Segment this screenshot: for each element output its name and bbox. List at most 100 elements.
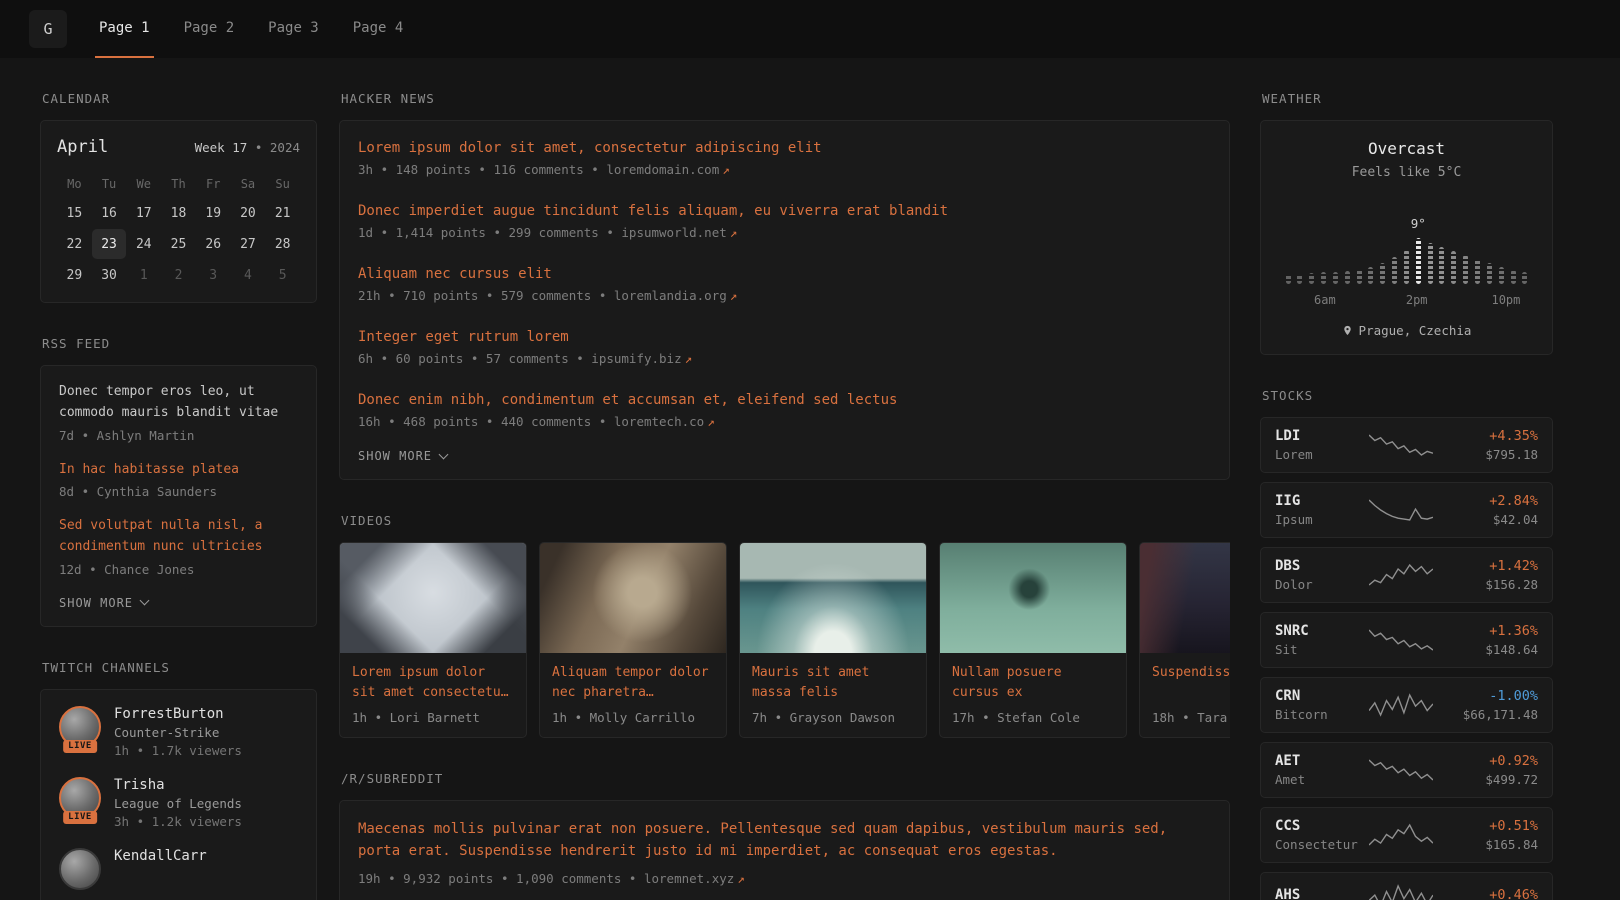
- rss-item-title[interactable]: Donec tempor eros leo, ut commodo mauris…: [59, 382, 298, 424]
- weather-peak-temperature: 9°: [1411, 216, 1426, 231]
- calendar-day: 18: [161, 198, 196, 228]
- video-body: Mauris sit amet massa felis 7h • Grayson…: [740, 653, 926, 737]
- calendar-day: 26: [196, 229, 231, 259]
- stock-ticker: AET: [1275, 753, 1363, 769]
- weather-widget: Overcast Feels like 5°C 9° 6am 2pm 10pm …: [1260, 120, 1553, 355]
- twitch-channel-info: KendallCarr: [114, 848, 207, 864]
- hackernews-item-title[interactable]: Donec imperdiet augue tincidunt felis al…: [358, 203, 1211, 219]
- external-link-icon[interactable]: ↗: [737, 871, 745, 886]
- calendar-week: Week 17: [195, 140, 248, 155]
- rss-item: Sed volutpat nulla nisl, a condimentum n…: [59, 516, 298, 577]
- weather-time-labels: 6am 2pm 10pm: [1279, 293, 1534, 308]
- stock-row[interactable]: SNRC Sit +1.36% $148.64: [1260, 612, 1553, 668]
- video-thumbnail[interactable]: [1140, 543, 1230, 653]
- weather-bar: [1499, 267, 1504, 284]
- stock-values: -1.00% $66,171.48: [1439, 688, 1538, 722]
- hackernews-item-title[interactable]: Donec enim nibh, condimentum et accumsan…: [358, 392, 1211, 408]
- calendar-widget: April Week 17 • 2024 Mo Tu We Th Fr Sa S…: [40, 120, 317, 303]
- stock-row[interactable]: CRN Bitcorn -1.00% $66,171.48: [1260, 677, 1553, 733]
- stock-change: -1.00%: [1439, 688, 1538, 704]
- twitch-widget: LIVE ForrestBurton Counter-Strike 1h • 1…: [40, 689, 317, 900]
- twitch-avatar-wrap: LIVE: [59, 777, 101, 819]
- video-thumbnail[interactable]: [540, 543, 726, 653]
- twitch-channel-info: ForrestBurton Counter-Strike 1h • 1.7k v…: [114, 706, 242, 758]
- calendar-month: April: [57, 137, 108, 157]
- stock-row[interactable]: LDI Lorem +4.35% $795.18: [1260, 417, 1553, 473]
- right-column: WEATHER Overcast Feels like 5°C 9° 6am 2…: [1260, 58, 1553, 900]
- hackernews-item-title[interactable]: Lorem ipsum dolor sit amet, consectetur …: [358, 140, 1211, 156]
- rss-item-title[interactable]: Sed volutpat nulla nisl, a condimentum n…: [59, 516, 298, 558]
- video-thumbnail[interactable]: [740, 543, 926, 653]
- tab-page-1[interactable]: Page 1: [95, 0, 154, 58]
- weather-bar: [1368, 267, 1373, 284]
- stock-name: Consectetur: [1275, 837, 1363, 852]
- chevron-down-icon: [439, 449, 449, 459]
- rss-item-title[interactable]: In hac habitasse platea: [59, 460, 298, 481]
- top-navigation: G Page 1 Page 2 Page 3 Page 4: [0, 0, 1620, 58]
- stock-row[interactable]: AET Amet +0.92% $499.72: [1260, 742, 1553, 798]
- twitch-channel[interactable]: LIVE Trisha League of Legends 3h • 1.2k …: [59, 777, 298, 829]
- tab-page-3[interactable]: Page 3: [264, 0, 323, 58]
- video-thumbnail[interactable]: [340, 543, 526, 653]
- rss-show-more-button[interactable]: SHOW MORE: [59, 594, 148, 612]
- tab-page-2[interactable]: Page 2: [180, 0, 239, 58]
- stock-change: +1.36%: [1439, 623, 1538, 639]
- video-body: Aliquam tempor dolor nec pharetra… 1h • …: [540, 653, 726, 737]
- calendar-day-next-month: 1: [126, 260, 161, 290]
- stock-price: $66,171.48: [1439, 707, 1538, 722]
- stock-sparkline: [1369, 627, 1433, 653]
- hackernews-item-meta: 1d • 1,414 points • 299 comments • ipsum…: [358, 225, 1211, 240]
- stocks-widget: LDI Lorem +4.35% $795.18 IIG Ipsum +2.84…: [1260, 417, 1553, 900]
- weather-bar: [1416, 238, 1421, 284]
- video-title[interactable]: Suspendisse diam: [1152, 663, 1230, 703]
- stock-name: Bitcorn: [1275, 707, 1363, 722]
- twitch-channel[interactable]: KendallCarr: [59, 848, 298, 890]
- twitch-channel[interactable]: LIVE ForrestBurton Counter-Strike 1h • 1…: [59, 706, 298, 758]
- video-title[interactable]: Aliquam tempor dolor nec pharetra…: [552, 663, 714, 703]
- stock-row[interactable]: DBS Dolor +1.42% $156.28: [1260, 547, 1553, 603]
- weather-bar: [1522, 272, 1527, 284]
- video-thumbnail[interactable]: [940, 543, 1126, 653]
- twitch-channel-name[interactable]: KendallCarr: [114, 848, 207, 864]
- hackernews-item-title[interactable]: Aliquam nec cursus elit: [358, 266, 1211, 282]
- hackernews-item-meta-text: 16h • 468 points • 440 comments • loremt…: [358, 414, 704, 429]
- calendar-year: 2024: [270, 140, 300, 155]
- hackernews-item-meta: 16h • 468 points • 440 comments • loremt…: [358, 414, 1211, 429]
- calendar-day: 15: [57, 198, 92, 228]
- twitch-channel-meta: 1h • 1.7k viewers: [114, 743, 242, 758]
- external-link-icon[interactable]: ↗: [722, 162, 730, 177]
- calendar-day: 22: [57, 229, 92, 259]
- calendar-grid: Mo Tu We Th Fr Sa Su 15 16 17 18 19 20 2…: [57, 171, 300, 290]
- dashboard: CALENDAR April Week 17 • 2024 Mo Tu We T…: [0, 58, 1620, 900]
- video-title[interactable]: Nullam posuere cursus ex: [952, 663, 1114, 703]
- stock-id: DBS Dolor: [1275, 558, 1363, 592]
- external-link-icon[interactable]: ↗: [685, 351, 693, 366]
- hackernews-item-title[interactable]: Integer eget rutrum lorem: [358, 329, 1211, 345]
- subreddit-post-title[interactable]: Maecenas mollis pulvinar erat non posuer…: [358, 818, 1211, 863]
- video-title[interactable]: Mauris sit amet massa felis: [752, 663, 914, 703]
- video-title[interactable]: Lorem ipsum dolor sit amet consectetu…: [352, 663, 514, 703]
- hackernews-show-more-button[interactable]: SHOW MORE: [358, 441, 447, 469]
- video-body: Lorem ipsum dolor sit amet consectetu… 1…: [340, 653, 526, 737]
- weather-bar: [1309, 273, 1314, 284]
- twitch-channel-name[interactable]: Trisha: [114, 777, 242, 793]
- tab-page-4[interactable]: Page 4: [349, 0, 408, 58]
- calendar-day: 17: [126, 198, 161, 228]
- stock-row[interactable]: AHS +0.46%: [1260, 872, 1553, 900]
- subreddit-post: Maecenas mollis pulvinar erat non posuer…: [358, 818, 1211, 886]
- stock-row[interactable]: IIG Ipsum +2.84% $42.04: [1260, 482, 1553, 538]
- stock-row[interactable]: CCS Consectetur +0.51% $165.84: [1260, 807, 1553, 863]
- weekday-label: We: [126, 171, 161, 197]
- twitch-channel-game: League of Legends: [114, 796, 242, 811]
- subreddit-post-meta: 19h • 9,932 points • 1,090 comments • lo…: [358, 871, 1211, 886]
- weekday-label: Th: [161, 171, 196, 197]
- external-link-icon[interactable]: ↗: [707, 414, 715, 429]
- stock-change: +0.92%: [1439, 753, 1538, 769]
- twitch-channel-name[interactable]: ForrestBurton: [114, 706, 242, 722]
- hackernews-item-meta-text: 3h • 148 points • 116 comments • loremdo…: [358, 162, 719, 177]
- calendar-day: 27: [231, 229, 266, 259]
- external-link-icon[interactable]: ↗: [730, 288, 738, 303]
- external-link-icon[interactable]: ↗: [730, 225, 738, 240]
- calendar-day-next-month: 2: [161, 260, 196, 290]
- video-card: Mauris sit amet massa felis 7h • Grayson…: [739, 542, 927, 738]
